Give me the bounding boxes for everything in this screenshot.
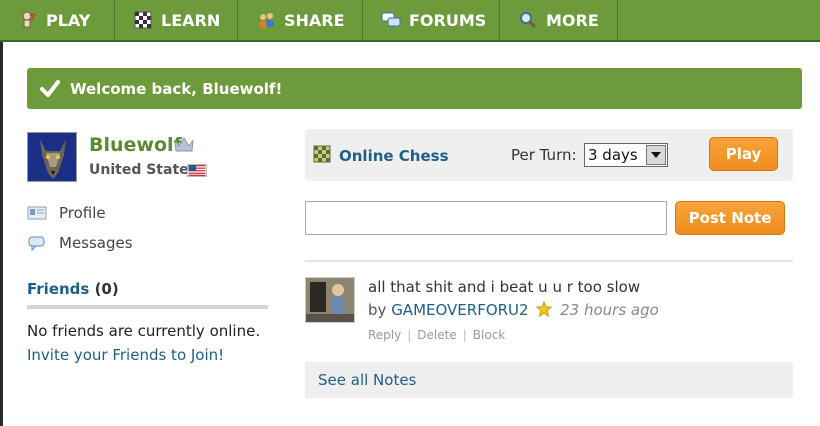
nav-play[interactable]: ? PLAY: [0, 0, 115, 40]
nav-forums-label: FORUMS: [409, 10, 487, 30]
divider: [27, 305, 268, 309]
note-author-avatar[interactable]: [305, 277, 355, 323]
magnifier-icon: [518, 10, 538, 30]
chevron-down-icon[interactable]: [646, 145, 666, 165]
invite-friends-link[interactable]: Invite your Friends to Join!: [27, 346, 224, 364]
friends-heading[interactable]: Friends (0): [27, 280, 119, 298]
nav-forums[interactable]: FORUMS: [363, 0, 500, 40]
sidebar-item-profile[interactable]: Profile: [27, 204, 106, 222]
friends-count: (0): [94, 280, 119, 298]
block-link[interactable]: Block: [473, 328, 505, 342]
sidebar-item-messages[interactable]: Messages: [27, 234, 133, 252]
play-button[interactable]: Play: [709, 137, 778, 171]
online-chess-link[interactable]: Online Chess: [339, 147, 449, 165]
nav-more[interactable]: MORE: [500, 0, 618, 40]
chessboard-icon: [313, 145, 331, 163]
wolf-avatar-image: [28, 133, 76, 181]
note-byline: by GAMEOVERFORU2 23 hours ago: [368, 301, 659, 319]
left-edge: [0, 42, 3, 426]
top-nav: ? PLAY LEARN SHARE FORUMS MORE: [0, 0, 820, 42]
pawn-question-icon: ?: [18, 10, 38, 30]
user-country: United States: [89, 162, 197, 178]
nav-share-label: SHARE: [284, 10, 345, 30]
avatar[interactable]: [27, 132, 77, 182]
people-icon: [256, 10, 276, 30]
note-input[interactable]: [305, 201, 667, 235]
note-time: 23 hours ago: [560, 301, 659, 319]
message-bubble-icon: [28, 236, 45, 251]
note-by-prefix: by: [368, 301, 387, 319]
welcome-banner: Welcome back, Bluewolf!: [27, 68, 802, 109]
crown-icon: [174, 137, 194, 152]
profile-card-icon: [27, 206, 47, 220]
see-all-notes-link[interactable]: See all Notes: [318, 371, 416, 389]
us-flag-icon: [187, 164, 207, 177]
sidebar-item-profile-label: Profile: [59, 204, 106, 222]
nav-learn-label: LEARN: [161, 10, 221, 30]
sidebar-item-messages-label: Messages: [59, 234, 133, 252]
svg-text:?: ?: [29, 12, 36, 24]
nav-play-label: PLAY: [46, 10, 91, 30]
delete-link[interactable]: Delete: [417, 328, 456, 342]
checkmark-icon: [40, 79, 60, 97]
board-icon: [133, 10, 153, 30]
no-friends-text: No friends are currently online.: [27, 322, 261, 340]
reply-link[interactable]: Reply: [368, 328, 401, 342]
separator: |: [407, 328, 412, 342]
per-turn-label: Per Turn:: [511, 146, 577, 164]
note-text: all that shit and i beat u u r too slow: [368, 278, 641, 296]
note-actions: Reply | Delete | Block: [368, 328, 505, 342]
nav-learn[interactable]: LEARN: [115, 0, 238, 40]
friends-title: Friends: [27, 280, 90, 298]
divider: [305, 260, 793, 262]
username[interactable]: Bluewolf: [89, 134, 182, 156]
nav-more-label: MORE: [546, 10, 599, 30]
separator: |: [462, 328, 467, 342]
per-turn-select[interactable]: 3 days: [584, 143, 668, 167]
speech-bubbles-icon: [381, 10, 401, 30]
per-turn-value: 3 days: [588, 146, 638, 164]
welcome-message: Welcome back, Bluewolf!: [70, 79, 283, 98]
star-icon: [536, 301, 553, 317]
nav-filler: [618, 0, 820, 40]
post-note-button[interactable]: Post Note: [675, 201, 785, 235]
nav-share[interactable]: SHARE: [238, 0, 363, 40]
note-author-link[interactable]: GAMEOVERFORU2: [391, 301, 528, 319]
